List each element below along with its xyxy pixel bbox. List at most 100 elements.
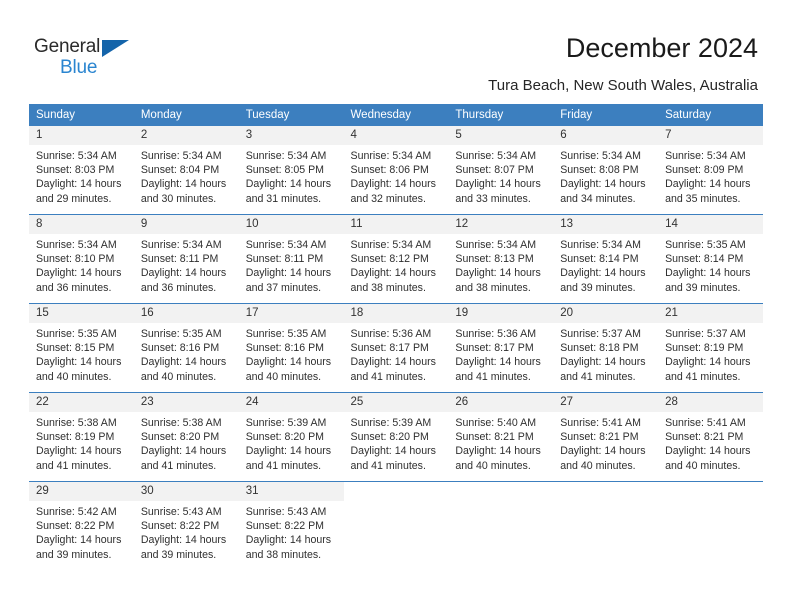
- day-sun-info: Sunrise: 5:34 AM Sunset: 8:04 PM Daylight:…: [134, 145, 239, 206]
- calendar-day-cell[interactable]: 22 Sunrise: 5:38 AM Sunset: 8:19 PM Dayligh…: [29, 392, 134, 482]
- daylight-text: and 41 minutes.: [455, 370, 531, 383]
- daylight-text: Daylight: 14 hours: [560, 356, 646, 369]
- daylight-text: and 39 minutes.: [665, 281, 741, 294]
- day-number: 1: [29, 126, 134, 145]
- sunrise-text: Sunrise: 5:34 AM: [665, 150, 746, 162]
- calendar-day-cell[interactable]: 14 Sunrise: 5:35 AM Sunset: 8:14 PM Dayligh…: [658, 214, 763, 304]
- day-cell-content: 14 Sunrise: 5:35 AM Sunset: 8:14 PM Dayligh…: [658, 215, 763, 303]
- calendar-day-cell[interactable]: 1 Sunrise: 5:34 AM Sunset: 8:03 PM Daylight…: [29, 126, 134, 215]
- generalblue-logo: General Blue: [34, 36, 154, 82]
- sunset-text: Sunset: 8:08 PM: [560, 164, 639, 177]
- day-number: 14: [658, 215, 763, 234]
- day-cell-content: [553, 482, 659, 570]
- calendar-day-cell[interactable]: 24 Sunrise: 5:39 AM Sunset: 8:20 PM Dayligh…: [238, 392, 344, 482]
- sunrise-text: Sunrise: 5:36 AM: [455, 328, 537, 340]
- calendar-day-cell[interactable]: 18 Sunrise: 5:36 AM Sunset: 8:17 PM Dayligh…: [343, 303, 449, 393]
- daylight-text: and 38 minutes.: [350, 281, 426, 294]
- sunset-text: Sunset: 8:21 PM: [665, 431, 744, 444]
- day-sun-info: Sunrise: 5:37 AM Sunset: 8:19 PM Daylight:…: [658, 323, 763, 384]
- calendar-day-cell[interactable]: 16 Sunrise: 5:35 AM Sunset: 8:16 PM Dayligh…: [133, 303, 239, 393]
- sunrise-text: Sunrise: 5:34 AM: [560, 150, 641, 162]
- daylight-text: Daylight: 14 hours: [455, 356, 541, 369]
- day-number: [658, 482, 763, 501]
- day-number: 20: [553, 304, 659, 323]
- calendar-day-cell: [343, 481, 449, 570]
- day-sun-info: Sunrise: 5:43 AM Sunset: 8:22 PM Daylight:…: [134, 501, 239, 562]
- daylight-text: and 39 minutes.: [560, 281, 636, 294]
- calendar-day-cell[interactable]: 21 Sunrise: 5:37 AM Sunset: 8:19 PM Dayligh…: [658, 303, 763, 393]
- daylight-text: Daylight: 14 hours: [350, 178, 436, 191]
- calendar-day-cell[interactable]: 26 Sunrise: 5:40 AM Sunset: 8:21 PM Dayligh…: [448, 392, 554, 482]
- daylight-text: and 39 minutes.: [140, 548, 217, 561]
- calendar-day-cell[interactable]: 11 Sunrise: 5:34 AM Sunset: 8:12 PM Dayligh…: [343, 214, 449, 304]
- calendar-body: 1 Sunrise: 5:34 AM Sunset: 8:03 PM Daylight…: [29, 126, 763, 570]
- calendar-day-cell[interactable]: 6 Sunrise: 5:34 AM Sunset: 8:08 PM Daylight…: [553, 126, 659, 215]
- calendar-day-cell[interactable]: 7 Sunrise: 5:34 AM Sunset: 8:09 PM Daylight…: [658, 126, 763, 215]
- daylight-text: Daylight: 14 hours: [665, 356, 751, 369]
- day-sun-info: Sunrise: 5:37 AM Sunset: 8:18 PM Daylight:…: [553, 323, 658, 384]
- weekday-header-saturday: Saturday: [658, 104, 763, 126]
- day-sun-info: Sunrise: 5:36 AM Sunset: 8:17 PM Daylight:…: [344, 323, 449, 384]
- day-number: 29: [29, 482, 134, 501]
- sunset-text: Sunset: 8:06 PM: [350, 164, 429, 177]
- daylight-text: and 38 minutes.: [245, 548, 322, 561]
- day-cell-content: 8 Sunrise: 5:34 AM Sunset: 8:10 PM Daylight…: [29, 215, 134, 303]
- day-cell-content: [448, 482, 554, 570]
- day-number: 28: [658, 393, 763, 412]
- day-sun-info: Sunrise: 5:34 AM Sunset: 8:13 PM Daylight:…: [448, 234, 553, 295]
- calendar-day-cell[interactable]: 12 Sunrise: 5:34 AM Sunset: 8:13 PM Dayligh…: [448, 214, 554, 304]
- sunset-text: Sunset: 8:14 PM: [560, 253, 639, 266]
- calendar-day-cell[interactable]: 8 Sunrise: 5:34 AM Sunset: 8:10 PM Daylight…: [29, 214, 134, 304]
- calendar-day-cell[interactable]: 15 Sunrise: 5:35 AM Sunset: 8:15 PM Dayligh…: [29, 303, 134, 393]
- sunrise-text: Sunrise: 5:34 AM: [245, 239, 327, 251]
- calendar-day-cell[interactable]: 4 Sunrise: 5:34 AM Sunset: 8:06 PM Daylight…: [343, 126, 449, 215]
- day-cell-content: 9 Sunrise: 5:34 AM Sunset: 8:11 PM Daylight…: [133, 215, 239, 303]
- daylight-text: Daylight: 14 hours: [245, 267, 332, 280]
- day-cell-content: 28 Sunrise: 5:41 AM Sunset: 8:21 PM Dayligh…: [658, 393, 763, 481]
- day-number: 23: [133, 393, 239, 412]
- daylight-text: Daylight: 14 hours: [140, 267, 227, 280]
- sunset-text: Sunset: 8:11 PM: [140, 253, 219, 266]
- day-number: 13: [553, 215, 659, 234]
- calendar-day-cell[interactable]: 17 Sunrise: 5:35 AM Sunset: 8:16 PM Dayligh…: [238, 303, 344, 393]
- calendar-page: General Blue December 2024 Tura Beach, N…: [0, 0, 792, 612]
- daylight-text: Daylight: 14 hours: [560, 178, 646, 191]
- daylight-text: and 40 minutes.: [455, 459, 531, 472]
- calendar-day-cell[interactable]: 20 Sunrise: 5:37 AM Sunset: 8:18 PM Dayligh…: [553, 303, 659, 393]
- day-number: 31: [238, 482, 344, 501]
- calendar-day-cell[interactable]: 3 Sunrise: 5:34 AM Sunset: 8:05 PM Daylight…: [238, 126, 344, 215]
- day-number: 26: [448, 393, 554, 412]
- sunrise-text: Sunrise: 5:42 AM: [36, 506, 117, 518]
- day-sun-info: Sunrise: 5:35 AM Sunset: 8:15 PM Daylight:…: [29, 323, 134, 384]
- calendar-day-cell[interactable]: 30 Sunrise: 5:43 AM Sunset: 8:22 PM Dayligh…: [133, 481, 239, 570]
- calendar-day-cell[interactable]: 29 Sunrise: 5:42 AM Sunset: 8:22 PM Dayligh…: [29, 481, 134, 570]
- calendar-day-cell[interactable]: 2 Sunrise: 5:34 AM Sunset: 8:04 PM Daylight…: [133, 126, 239, 215]
- sunset-text: Sunset: 8:21 PM: [560, 431, 639, 444]
- sunset-text: Sunset: 8:17 PM: [350, 342, 429, 355]
- daylight-text: and 39 minutes.: [36, 548, 112, 561]
- calendar-day-cell[interactable]: 23 Sunrise: 5:38 AM Sunset: 8:20 PM Dayligh…: [133, 392, 239, 482]
- calendar-day-cell[interactable]: 5 Sunrise: 5:34 AM Sunset: 8:07 PM Daylight…: [448, 126, 554, 215]
- daylight-text: and 40 minutes.: [140, 370, 217, 383]
- sunrise-text: Sunrise: 5:43 AM: [140, 506, 222, 518]
- day-cell-content: 22 Sunrise: 5:38 AM Sunset: 8:19 PM Dayligh…: [29, 393, 134, 481]
- calendar-day-cell[interactable]: 9 Sunrise: 5:34 AM Sunset: 8:11 PM Daylight…: [133, 214, 239, 304]
- daylight-text: Daylight: 14 hours: [140, 445, 227, 458]
- day-sun-info: Sunrise: 5:38 AM Sunset: 8:20 PM Daylight:…: [134, 412, 239, 473]
- calendar-day-cell[interactable]: 28 Sunrise: 5:41 AM Sunset: 8:21 PM Dayligh…: [658, 392, 763, 482]
- calendar-day-cell[interactable]: 19 Sunrise: 5:36 AM Sunset: 8:17 PM Dayligh…: [448, 303, 554, 393]
- calendar-day-cell[interactable]: 13 Sunrise: 5:34 AM Sunset: 8:14 PM Dayligh…: [553, 214, 659, 304]
- day-cell-content: 6 Sunrise: 5:34 AM Sunset: 8:08 PM Daylight…: [553, 126, 659, 214]
- calendar-day-cell[interactable]: 31 Sunrise: 5:43 AM Sunset: 8:22 PM Dayligh…: [238, 481, 344, 570]
- calendar-day-cell[interactable]: 25 Sunrise: 5:39 AM Sunset: 8:20 PM Dayligh…: [343, 392, 449, 482]
- sunrise-text: Sunrise: 5:34 AM: [245, 150, 327, 162]
- daylight-text: and 41 minutes.: [350, 459, 426, 472]
- daylight-text: and 40 minutes.: [665, 459, 741, 472]
- day-number: 15: [29, 304, 134, 323]
- calendar-day-cell[interactable]: 27 Sunrise: 5:41 AM Sunset: 8:21 PM Dayligh…: [553, 392, 659, 482]
- daylight-text: and 41 minutes.: [36, 459, 112, 472]
- daylight-text: Daylight: 14 hours: [245, 534, 332, 547]
- sunset-text: Sunset: 8:11 PM: [245, 253, 324, 266]
- calendar-day-cell[interactable]: 10 Sunrise: 5:34 AM Sunset: 8:11 PM Dayligh…: [238, 214, 344, 304]
- day-sun-info: Sunrise: 5:40 AM Sunset: 8:21 PM Daylight:…: [448, 412, 553, 473]
